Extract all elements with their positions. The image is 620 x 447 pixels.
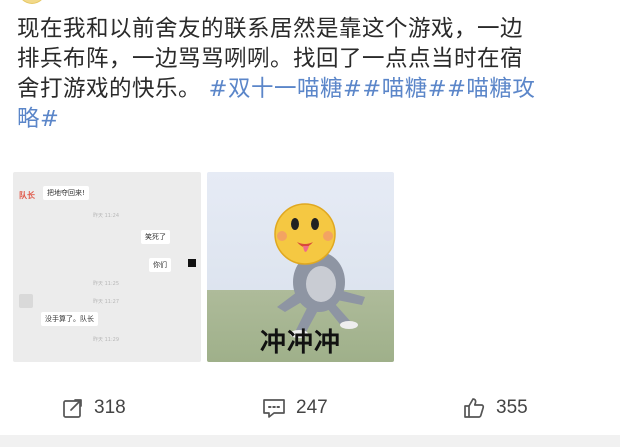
feed-divider: [0, 435, 620, 447]
comment-count: 247: [296, 397, 328, 418]
chat-timestamp: 昨天 11:24: [93, 213, 119, 219]
meme-caption: 冲冲冲: [259, 328, 341, 358]
avatar: [19, 294, 33, 308]
thumbs-up-icon: [464, 398, 485, 418]
post-line-2: 排兵布阵，一边骂骂咧咧。找回了一点点当时在宿: [17, 46, 524, 72]
emoji-blush: [323, 231, 333, 241]
chat-bubble: 笑死了: [141, 230, 170, 244]
post-line-1: 现在我和以前舍友的联系居然是靠这个游戏，一边: [17, 16, 524, 42]
emoji-eye: [311, 218, 319, 230]
cat-arm: [337, 290, 365, 305]
emoji-blush: [277, 231, 287, 241]
share-count: 318: [94, 397, 126, 418]
cat-belly: [306, 266, 336, 302]
share-icon: [63, 399, 82, 418]
like-count: 355: [496, 397, 528, 418]
chat-timestamp: 昨天 11:25: [93, 281, 119, 287]
comment-button[interactable]: 247: [262, 397, 328, 419]
post-line-3: 舍打游戏的快乐。 #双十一喵糖##喵糖##喵糖攻: [17, 74, 609, 104]
avatar: [188, 259, 196, 267]
comment-icon: [263, 399, 285, 418]
action-bar: 318 247 355: [0, 385, 620, 431]
chat-bubble: 你们: [149, 258, 171, 272]
chat-timestamp: 昨天 11:29: [93, 337, 119, 343]
post-text: 现在我和以前舍友的联系居然是靠这个游戏，一边 排兵布阵，一边骂骂咧咧。找回了一点…: [17, 14, 609, 134]
meme-image[interactable]: 冲冲冲: [207, 172, 394, 362]
post-line-4: 略#: [17, 104, 609, 134]
post-line-3-text: 舍打游戏的快乐。: [17, 76, 202, 102]
like-button[interactable]: 355: [462, 396, 528, 420]
emoji-eye: [291, 218, 299, 230]
hashtag-link-end[interactable]: 略#: [17, 106, 59, 132]
image-grid: 队长 把地夺回来! 昨天 11:24 笑死了 你们 昨天 11:25 昨天 11…: [13, 172, 394, 362]
captain-label: 队长: [19, 191, 35, 200]
chat-bubble: 没手算了。队长: [41, 312, 98, 326]
chat-bubble: 把地夺回来!: [43, 186, 89, 200]
chat-timestamp: 昨天 11:27: [93, 299, 119, 305]
author-avatar[interactable]: [18, 0, 46, 4]
share-button[interactable]: 318: [62, 397, 126, 419]
chat-screenshot-image[interactable]: 队长 把地夺回来! 昨天 11:24 笑死了 你们 昨天 11:25 昨天 11…: [13, 172, 201, 362]
hashtag-link[interactable]: #双十一喵糖##喵糖##喵糖攻: [209, 76, 536, 102]
